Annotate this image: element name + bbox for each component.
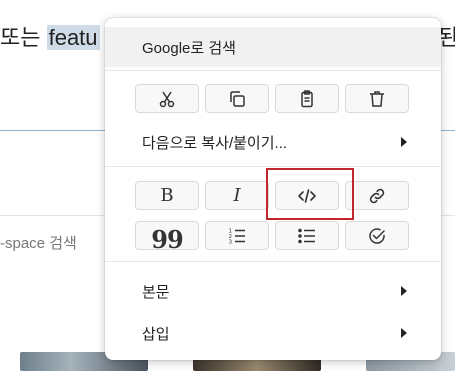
link-icon xyxy=(369,188,385,203)
quote-icon: 99 xyxy=(151,224,183,254)
cut-icon xyxy=(159,91,175,107)
delete-icon xyxy=(370,90,384,107)
code-button-highlight xyxy=(266,168,354,220)
body-label: 본문 xyxy=(142,283,170,301)
bullet-list-icon xyxy=(298,228,315,243)
bold-icon: B xyxy=(160,184,174,206)
background-text: 또는 xyxy=(0,25,47,50)
search-hint: -space 검색 xyxy=(0,235,77,252)
insert-label: 삽입 xyxy=(142,325,170,343)
body-item[interactable]: 본문 xyxy=(105,271,441,311)
menu-separator xyxy=(105,70,441,71)
copy-icon xyxy=(230,90,245,107)
menu-separator xyxy=(105,261,441,262)
background-paragraph: 또는 featu xyxy=(0,20,100,52)
submenu-arrow-icon xyxy=(401,137,407,147)
paste-button[interactable] xyxy=(275,84,339,113)
delete-button[interactable] xyxy=(345,84,409,113)
menu-separator xyxy=(105,166,441,167)
copy-paste-as-label: 다음으로 복사/붙이기... xyxy=(142,134,288,152)
paste-icon xyxy=(301,89,313,107)
checklist-icon xyxy=(369,227,385,244)
google-search-label: Google로 검색 xyxy=(142,39,236,57)
checklist-button[interactable] xyxy=(345,221,409,250)
numbered-list-button[interactable]: 1 2 3 xyxy=(205,221,269,250)
copy-button[interactable] xyxy=(205,84,269,113)
submenu-arrow-icon xyxy=(401,328,407,338)
cut-button[interactable] xyxy=(135,84,199,113)
italic-button[interactable]: I xyxy=(205,181,269,210)
quote-button[interactable]: 99 xyxy=(135,221,199,254)
context-menu: Google로 검색 다음으로 복사/붙이기... B I 99 1 2 3 본… xyxy=(105,18,441,360)
bullet-list-button[interactable] xyxy=(275,221,339,250)
insert-item[interactable]: 삽입 xyxy=(105,313,441,353)
numbered-list-icon: 1 2 3 xyxy=(229,228,245,245)
bold-button[interactable]: B xyxy=(135,181,199,210)
submenu-arrow-icon xyxy=(401,286,407,296)
link-button[interactable] xyxy=(345,181,409,210)
italic-icon: I xyxy=(233,184,241,206)
svg-text:3: 3 xyxy=(229,239,233,245)
copy-paste-as-item[interactable]: 다음으로 복사/붙이기... xyxy=(105,122,441,162)
google-search-item[interactable]: Google로 검색 xyxy=(105,27,441,67)
selected-text: featu xyxy=(46,25,100,50)
